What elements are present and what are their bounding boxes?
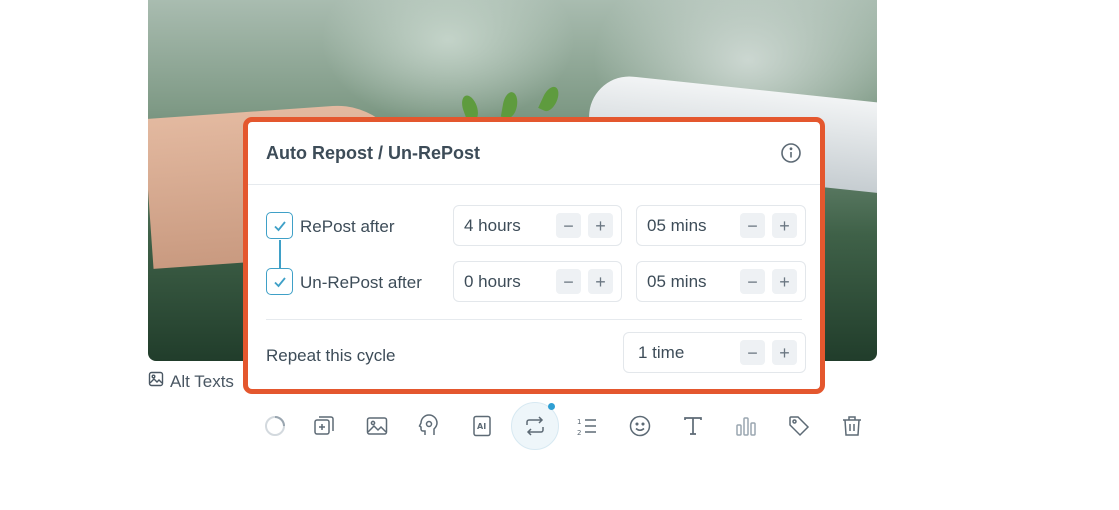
popup-title: Auto Repost / Un-RePost xyxy=(266,142,480,163)
chart-icon[interactable] xyxy=(732,412,760,440)
repost-label: RePost after xyxy=(300,217,395,236)
repeat-cycle-stepper: 1 time − + xyxy=(623,332,806,373)
unrepost-hours-stepper: 0 hours − + xyxy=(453,261,622,302)
repost-hours-plus-button[interactable]: + xyxy=(588,213,613,238)
repeat-cycle-label: Repeat this cycle xyxy=(266,346,396,365)
unrepost-label: Un-RePost after xyxy=(300,273,422,292)
repost-checkbox[interactable] xyxy=(266,212,293,239)
unrepost-hours-value[interactable]: 0 hours xyxy=(464,272,549,292)
auto-repost-popup: Auto Repost / Un-RePost RePost after 4 h… xyxy=(243,117,825,394)
repost-mins-value[interactable]: 05 mins xyxy=(647,216,733,236)
svg-text:AI: AI xyxy=(477,422,486,431)
svg-text:2: 2 xyxy=(577,429,581,437)
spinner-icon[interactable] xyxy=(261,412,289,440)
trash-icon[interactable] xyxy=(838,412,866,440)
divider xyxy=(266,319,802,320)
repost-icon[interactable] xyxy=(511,402,559,450)
image-icon[interactable] xyxy=(363,412,391,440)
alt-texts-label: Alt Texts xyxy=(170,371,234,391)
repost-hours-stepper: 4 hours − + xyxy=(453,205,622,246)
unrepost-mins-minus-button[interactable]: − xyxy=(740,269,765,294)
tag-icon[interactable] xyxy=(785,412,813,440)
ai-brain-icon[interactable] xyxy=(415,412,443,440)
add-media-icon[interactable] xyxy=(310,412,338,440)
alt-texts-link[interactable]: Alt Texts xyxy=(148,371,234,392)
repost-hours-value[interactable]: 4 hours xyxy=(464,216,549,236)
repost-hours-minus-button[interactable]: − xyxy=(556,213,581,238)
text-format-icon[interactable] xyxy=(679,412,707,440)
leaf xyxy=(538,84,562,114)
unrepost-hours-plus-button[interactable]: + xyxy=(588,269,613,294)
popup-header: Auto Repost / Un-RePost xyxy=(248,122,820,185)
repeat-cycle-plus-button[interactable]: + xyxy=(772,340,797,365)
checkbox-connector xyxy=(279,240,281,270)
svg-text:1: 1 xyxy=(577,418,581,426)
repost-mins-stepper: 05 mins − + xyxy=(636,205,806,246)
emoji-icon[interactable] xyxy=(626,412,654,440)
repeat-cycle-value[interactable]: 1 time xyxy=(638,343,733,363)
image-alt-icon xyxy=(148,371,164,392)
active-indicator-dot xyxy=(548,403,555,410)
repost-mins-minus-button[interactable]: − xyxy=(740,213,765,238)
unrepost-mins-value[interactable]: 05 mins xyxy=(647,272,733,292)
post-toolbar: AI 12 xyxy=(260,402,870,450)
unrepost-mins-stepper: 05 mins − + xyxy=(636,261,806,302)
unrepost-checkbox[interactable] xyxy=(266,268,293,295)
repeat-cycle-minus-button[interactable]: − xyxy=(740,340,765,365)
info-icon[interactable] xyxy=(780,142,802,164)
leaf xyxy=(500,90,520,120)
unrepost-hours-minus-button[interactable]: − xyxy=(556,269,581,294)
numbered-list-icon[interactable]: 12 xyxy=(573,412,601,440)
repost-mins-plus-button[interactable]: + xyxy=(772,213,797,238)
ai-text-icon[interactable]: AI xyxy=(468,412,496,440)
unrepost-mins-plus-button[interactable]: + xyxy=(772,269,797,294)
